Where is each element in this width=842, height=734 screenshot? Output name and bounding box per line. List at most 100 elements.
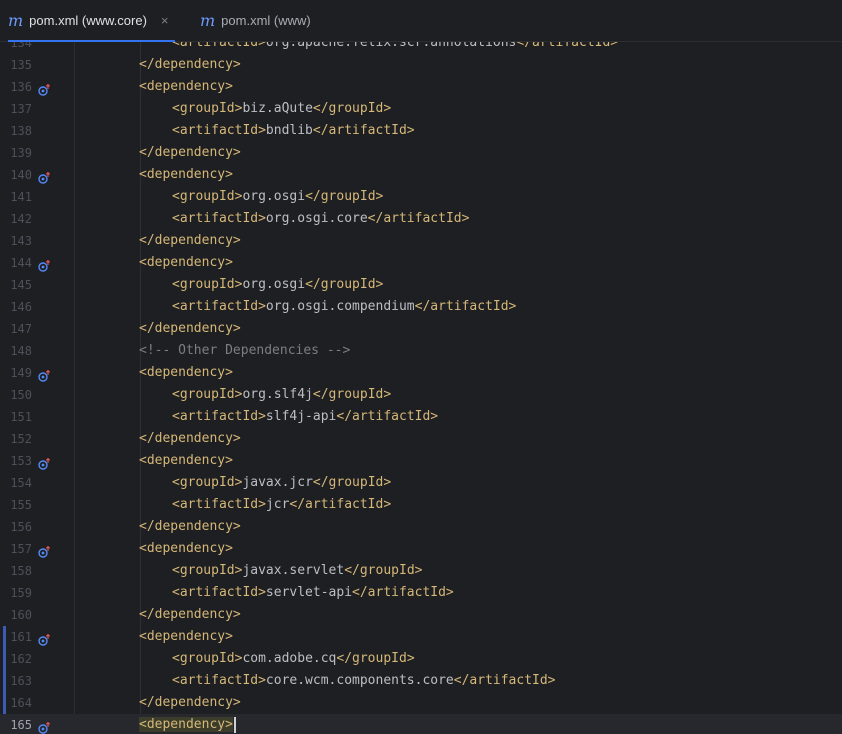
- overrides-dependency-icon[interactable]: [38, 543, 51, 558]
- xml-text: org.osgi: [242, 189, 306, 204]
- xml-tag: <artifactId>: [172, 585, 266, 600]
- code-line[interactable]: 162 <groupId>com.adobe.cq</groupId>: [0, 648, 842, 670]
- code-line[interactable]: 140 <dependency>: [0, 164, 842, 186]
- line-number: 135: [10, 58, 32, 72]
- code-line[interactable]: 135 </dependency>: [0, 54, 842, 76]
- code-line[interactable]: 145 <groupId>org.osgi</groupId>: [0, 274, 842, 296]
- xml-tag: </groupId>: [336, 651, 415, 666]
- xml-tag: <artifactId>: [172, 42, 266, 50]
- line-number: 136: [10, 80, 32, 94]
- code-text: </dependency>: [75, 692, 842, 714]
- overrides-dependency-icon[interactable]: [38, 367, 51, 382]
- code-line[interactable]: 160 </dependency>: [0, 604, 842, 626]
- line-number: 151: [10, 410, 32, 424]
- vcs-change-marker[interactable]: [3, 626, 6, 648]
- overrides-dependency-icon[interactable]: [38, 257, 51, 272]
- xml-tag: </groupId>: [312, 101, 392, 116]
- code-line[interactable]: 148 <!-- Other Dependencies -->: [0, 340, 842, 362]
- xml-tag: <artifactId>: [172, 123, 266, 138]
- code-line[interactable]: 165 <dependency>: [0, 714, 842, 734]
- line-number: 157: [10, 542, 32, 556]
- xml-tag: <dependency>: [139, 717, 233, 732]
- code-line[interactable]: 151 <artifactId>slf4j-api</artifactId>: [0, 406, 842, 428]
- overrides-dependency-icon[interactable]: [38, 81, 51, 96]
- code-line[interactable]: 149 <dependency>: [0, 362, 842, 384]
- code-line[interactable]: 157 <dependency>: [0, 538, 842, 560]
- code-text: <artifactId>slf4j-api</artifactId>: [75, 406, 842, 428]
- code-text: <groupId>javax.jcr</groupId>: [75, 472, 842, 494]
- code-text: <groupId>com.adobe.cq</groupId>: [75, 648, 842, 670]
- xml-text: javax.jcr: [242, 475, 313, 490]
- code-editor[interactable]: 134 <artifactId>org.apache.felix.scr.anno…: [0, 42, 842, 734]
- code-line[interactable]: 141 <groupId>org.osgi</groupId>: [0, 186, 842, 208]
- code-text: <dependency>: [75, 252, 842, 274]
- code-line[interactable]: 164 </dependency>: [0, 692, 842, 714]
- code-line[interactable]: 163 <artifactId>core.wcm.components.core<…: [0, 670, 842, 692]
- xml-tag: <artifactId>: [172, 497, 266, 512]
- line-number: 150: [10, 388, 32, 402]
- code-line[interactable]: 144 <dependency>: [0, 252, 842, 274]
- xml-tag: <groupId>: [172, 475, 243, 490]
- code-line[interactable]: 155 <artifactId>jcr</artifactId>: [0, 494, 842, 516]
- line-number: 148: [10, 344, 32, 358]
- code-line[interactable]: 150 <groupId>org.slf4j</groupId>: [0, 384, 842, 406]
- code-text: </dependency>: [75, 54, 842, 76]
- xml-tag: </groupId>: [305, 189, 384, 204]
- tab-pom-www-core[interactable]: m pom.xml (www.core) ×: [8, 0, 175, 42]
- code-line[interactable]: 139 </dependency>: [0, 142, 842, 164]
- xml-tag: </artifactId>: [516, 42, 619, 50]
- tab-pom-www[interactable]: m pom.xml (www): [200, 0, 311, 41]
- code-line[interactable]: 147 </dependency>: [0, 318, 842, 340]
- overrides-dependency-icon[interactable]: [38, 455, 51, 470]
- overrides-dependency-icon[interactable]: [38, 631, 51, 646]
- code-text: <!-- Other Dependencies -->: [75, 340, 842, 362]
- code-line[interactable]: 142 <artifactId>org.osgi.core</artifactId…: [0, 208, 842, 230]
- xml-tag: </groupId>: [312, 475, 392, 490]
- code-text: </dependency>: [75, 142, 842, 164]
- code-line[interactable]: 136 <dependency>: [0, 76, 842, 98]
- xml-tag: </artifactId>: [312, 123, 415, 138]
- code-line[interactable]: 156 </dependency>: [0, 516, 842, 538]
- xml-tag: <groupId>: [172, 651, 243, 666]
- code-text: <artifactId>org.osgi.core</artifactId>: [75, 208, 842, 230]
- code-line[interactable]: 158 <groupId>javax.servlet</groupId>: [0, 560, 842, 582]
- xml-text: org.osgi.core: [265, 211, 368, 226]
- line-number: 153: [10, 454, 32, 468]
- maven-file-icon: m: [8, 11, 24, 30]
- code-line[interactable]: 161 <dependency>: [0, 626, 842, 648]
- xml-comment: <!-- Other Dependencies -->: [139, 343, 351, 358]
- code-text: <dependency>: [75, 626, 842, 648]
- xml-text: org.osgi: [242, 277, 306, 292]
- xml-tag: <dependency>: [139, 629, 233, 644]
- xml-tag: <groupId>: [172, 387, 243, 402]
- code-line[interactable]: 146 <artifactId>org.osgi.compendium</arti…: [0, 296, 842, 318]
- code-line[interactable]: 154 <groupId>javax.jcr</groupId>: [0, 472, 842, 494]
- text-caret: [233, 716, 236, 733]
- xml-text: slf4j-api: [265, 409, 337, 424]
- vcs-change-marker[interactable]: [3, 670, 6, 692]
- maven-file-icon: m: [200, 11, 216, 30]
- close-icon[interactable]: ×: [161, 13, 169, 28]
- code-line[interactable]: 152 </dependency>: [0, 428, 842, 450]
- code-line[interactable]: 137 <groupId>biz.aQute</groupId>: [0, 98, 842, 120]
- xml-tag: </artifactId>: [352, 585, 454, 600]
- xml-text: bndlib: [265, 123, 313, 138]
- line-number: 144: [10, 256, 32, 270]
- line-number: 159: [10, 586, 32, 600]
- code-line[interactable]: 134 <artifactId>org.apache.felix.scr.anno…: [0, 42, 842, 54]
- overrides-dependency-icon[interactable]: [38, 169, 51, 184]
- xml-tag: </groupId>: [344, 563, 423, 578]
- code-line[interactable]: 138 <artifactId>bndlib</artifactId>: [0, 120, 842, 142]
- code-text: <artifactId>jcr</artifactId>: [75, 494, 842, 516]
- code-line[interactable]: 153 <dependency>: [0, 450, 842, 472]
- vcs-change-marker[interactable]: [3, 648, 6, 670]
- xml-tag: </groupId>: [305, 277, 384, 292]
- vcs-change-marker[interactable]: [3, 692, 6, 714]
- overrides-dependency-icon[interactable]: [38, 719, 51, 734]
- line-number: 154: [10, 476, 32, 490]
- code-text: <groupId>biz.aQute</groupId>: [75, 98, 842, 120]
- code-line[interactable]: 143 </dependency>: [0, 230, 842, 252]
- code-line[interactable]: 159 <artifactId>servlet-api</artifactId>: [0, 582, 842, 604]
- line-number: 137: [10, 102, 32, 116]
- xml-tag: </artifactId>: [367, 211, 470, 226]
